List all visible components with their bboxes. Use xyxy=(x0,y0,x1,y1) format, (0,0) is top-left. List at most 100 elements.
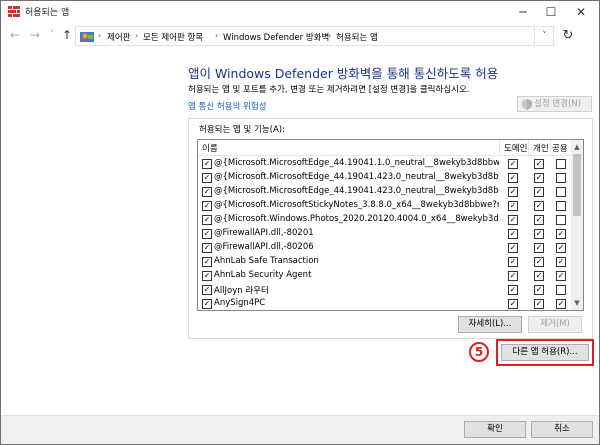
app-enabled-checkbox[interactable]: ✓ xyxy=(202,229,212,239)
private-checkbox[interactable]: ✓ xyxy=(534,229,544,239)
cancel-button[interactable]: 취소 xyxy=(531,421,593,438)
table-row[interactable]: ✓ @{Microsoft.MicrosoftEdge_44.19041.1.0_… xyxy=(198,157,571,171)
breadcrumb-separator: › xyxy=(328,31,332,40)
maximize-button[interactable]: ☐ xyxy=(537,1,565,23)
close-button[interactable]: ✕ xyxy=(567,1,595,23)
breadcrumb-control-panel[interactable]: 제어판 xyxy=(107,31,130,43)
table-row[interactable]: ✓ AhnLab Safe Transaction ✓ ✓ ✓ xyxy=(198,255,571,269)
private-checkbox[interactable]: ✓ xyxy=(534,243,544,253)
public-checkbox[interactable]: ✓ xyxy=(556,299,566,309)
app-enabled-checkbox[interactable]: ✓ xyxy=(202,257,212,267)
app-name: @FirewallAPI.dll,-80206 xyxy=(214,242,314,252)
public-checkbox[interactable]: ✓ xyxy=(556,257,566,267)
private-checkbox[interactable]: ✓ xyxy=(534,257,544,267)
scroll-up-button[interactable]: ▲ xyxy=(571,141,583,153)
column-header-domain[interactable]: 도메인 xyxy=(504,142,527,154)
public-checkbox[interactable]: ✓ xyxy=(556,271,566,281)
public-checkbox[interactable] xyxy=(556,215,566,225)
back-button[interactable]: ← xyxy=(7,27,23,43)
scroll-down-button[interactable]: ▼ xyxy=(571,297,583,309)
app-name: AhnLab Safe Transaction xyxy=(214,256,319,266)
table-row[interactable]: ✓ AhnLab Security Agent ✓ ✓ ✓ xyxy=(198,269,571,283)
app-enabled-checkbox[interactable]: ✓ xyxy=(202,299,212,309)
private-checkbox[interactable]: ✓ xyxy=(534,299,544,309)
app-enabled-checkbox[interactable]: ✓ xyxy=(202,187,212,197)
domain-checkbox[interactable]: ✓ xyxy=(508,271,518,281)
remove-button[interactable]: 제거(M) xyxy=(528,316,582,333)
table-row[interactable]: ✓ @{Microsoft.MicrosoftEdge_44.19041.423.… xyxy=(198,185,571,199)
domain-checkbox[interactable]: ✓ xyxy=(508,285,518,295)
public-checkbox[interactable] xyxy=(556,173,566,183)
app-enabled-checkbox[interactable]: ✓ xyxy=(202,173,212,183)
private-checkbox[interactable]: ✓ xyxy=(534,187,544,197)
app-enabled-checkbox[interactable]: ✓ xyxy=(202,243,212,253)
change-settings-button[interactable]: 설정 변경(N) xyxy=(517,96,592,112)
app-name: AnySign4PC xyxy=(214,298,266,308)
details-button[interactable]: 자세히(L)... xyxy=(458,316,522,333)
domain-checkbox[interactable]: ✓ xyxy=(508,229,518,239)
table-row[interactable]: ✓ @{Microsoft.MicrosoftEdge_44.19041.423.… xyxy=(198,171,571,185)
address-dropdown-button[interactable]: ˅ xyxy=(536,26,554,46)
control-panel-icon xyxy=(80,32,94,42)
app-enabled-checkbox[interactable]: ✓ xyxy=(202,285,212,295)
domain-checkbox[interactable]: ✓ xyxy=(508,159,518,169)
app-name: @{Microsoft.MicrosoftEdge_44.19041.423.0… xyxy=(214,172,499,182)
table-row[interactable]: ✓ @{Microsoft.Windows.Photos_2020.20120.4… xyxy=(198,213,571,227)
domain-checkbox[interactable]: ✓ xyxy=(508,243,518,253)
table-row[interactable]: ✓ @{Microsoft.MicrosoftStickyNotes_3.8.8.… xyxy=(198,199,571,213)
address-bar: ← → ˅ ↑ › 제어판 › 모든 제어판 항목 › Windows Defe… xyxy=(1,23,599,49)
breadcrumb-firewall[interactable]: Windows Defender 방화벽 xyxy=(223,31,329,43)
public-checkbox[interactable]: ✓ xyxy=(556,229,566,239)
column-header-name[interactable]: 이름 xyxy=(202,142,218,154)
address-box[interactable]: › 제어판 › 모든 제어판 항목 › Windows Defender 방화벽… xyxy=(75,26,535,46)
table-row[interactable]: ✓ AllJoyn 라우터 ✓ ✓ xyxy=(198,283,571,297)
app-enabled-checkbox[interactable]: ✓ xyxy=(202,271,212,281)
domain-checkbox[interactable]: ✓ xyxy=(508,187,518,197)
domain-checkbox[interactable]: ✓ xyxy=(508,257,518,267)
column-header-public[interactable]: 공용 xyxy=(552,142,568,154)
list-header: 이름 도메인 개인 공용 xyxy=(198,140,571,156)
column-header-private[interactable]: 개인 xyxy=(533,142,549,154)
app-name: @{Microsoft.MicrosoftEdge_44.19041.1.0_n… xyxy=(214,158,499,168)
table-row[interactable]: ✓ @FirewallAPI.dll,-80206 ✓ ✓ ✓ xyxy=(198,241,571,255)
minimize-button[interactable]: ─ xyxy=(509,1,537,23)
domain-checkbox[interactable]: ✓ xyxy=(508,201,518,211)
public-checkbox[interactable] xyxy=(556,285,566,295)
scrollbar-thumb[interactable] xyxy=(573,154,581,216)
allowed-apps-list[interactable]: 이름 도메인 개인 공용 ✓ @{Microsoft.MicrosoftEdge_… xyxy=(197,139,584,311)
list-scrollbar[interactable]: ▲ ▼ xyxy=(571,140,583,310)
table-row[interactable]: ✓ @FirewallAPI.dll,-80201 ✓ ✓ ✓ xyxy=(198,227,571,241)
column-divider xyxy=(499,140,500,156)
recent-locations-button[interactable]: ˅ xyxy=(44,27,60,43)
private-checkbox[interactable]: ✓ xyxy=(534,201,544,211)
private-checkbox[interactable]: ✓ xyxy=(534,285,544,295)
public-checkbox[interactable] xyxy=(556,201,566,211)
domain-checkbox[interactable]: ✓ xyxy=(508,173,518,183)
private-checkbox[interactable]: ✓ xyxy=(534,215,544,225)
page-description: 허용되는 앱 및 포트를 추가, 변경 또는 제거하려면 [설정 변경]을 클릭… xyxy=(188,85,470,95)
public-checkbox[interactable] xyxy=(556,159,566,169)
ok-button[interactable]: 확인 xyxy=(464,421,526,438)
table-row[interactable]: ✓ AnySign4PC ✓ ✓ ✓ xyxy=(198,297,571,310)
breadcrumb-separator: › xyxy=(98,31,102,40)
app-enabled-checkbox[interactable]: ✓ xyxy=(202,159,212,169)
app-name: @{Microsoft.MicrosoftStickyNotes_3.8.8.0… xyxy=(214,200,499,210)
private-checkbox[interactable]: ✓ xyxy=(534,173,544,183)
up-button[interactable]: ↑ xyxy=(59,27,75,43)
refresh-button[interactable]: ↻ xyxy=(558,26,578,46)
breadcrumb-all-items[interactable]: 모든 제어판 항목 xyxy=(143,31,203,43)
public-checkbox[interactable]: ✓ xyxy=(556,243,566,253)
app-enabled-checkbox[interactable]: ✓ xyxy=(202,201,212,211)
app-name: @FirewallAPI.dll,-80201 xyxy=(214,228,314,238)
breadcrumb-allowed-apps[interactable]: 허용되는 앱 xyxy=(336,31,378,43)
uac-shield-icon xyxy=(522,99,532,110)
private-checkbox[interactable]: ✓ xyxy=(534,159,544,169)
app-enabled-checkbox[interactable]: ✓ xyxy=(202,215,212,225)
breadcrumb-separator: › xyxy=(215,31,219,40)
private-checkbox[interactable]: ✓ xyxy=(534,271,544,281)
public-checkbox[interactable] xyxy=(556,187,566,197)
domain-checkbox[interactable]: ✓ xyxy=(508,215,518,225)
forward-button[interactable]: → xyxy=(27,27,43,43)
risk-info-link[interactable]: 앱 통신 허용의 위험성 xyxy=(188,100,267,112)
domain-checkbox[interactable]: ✓ xyxy=(508,299,518,309)
